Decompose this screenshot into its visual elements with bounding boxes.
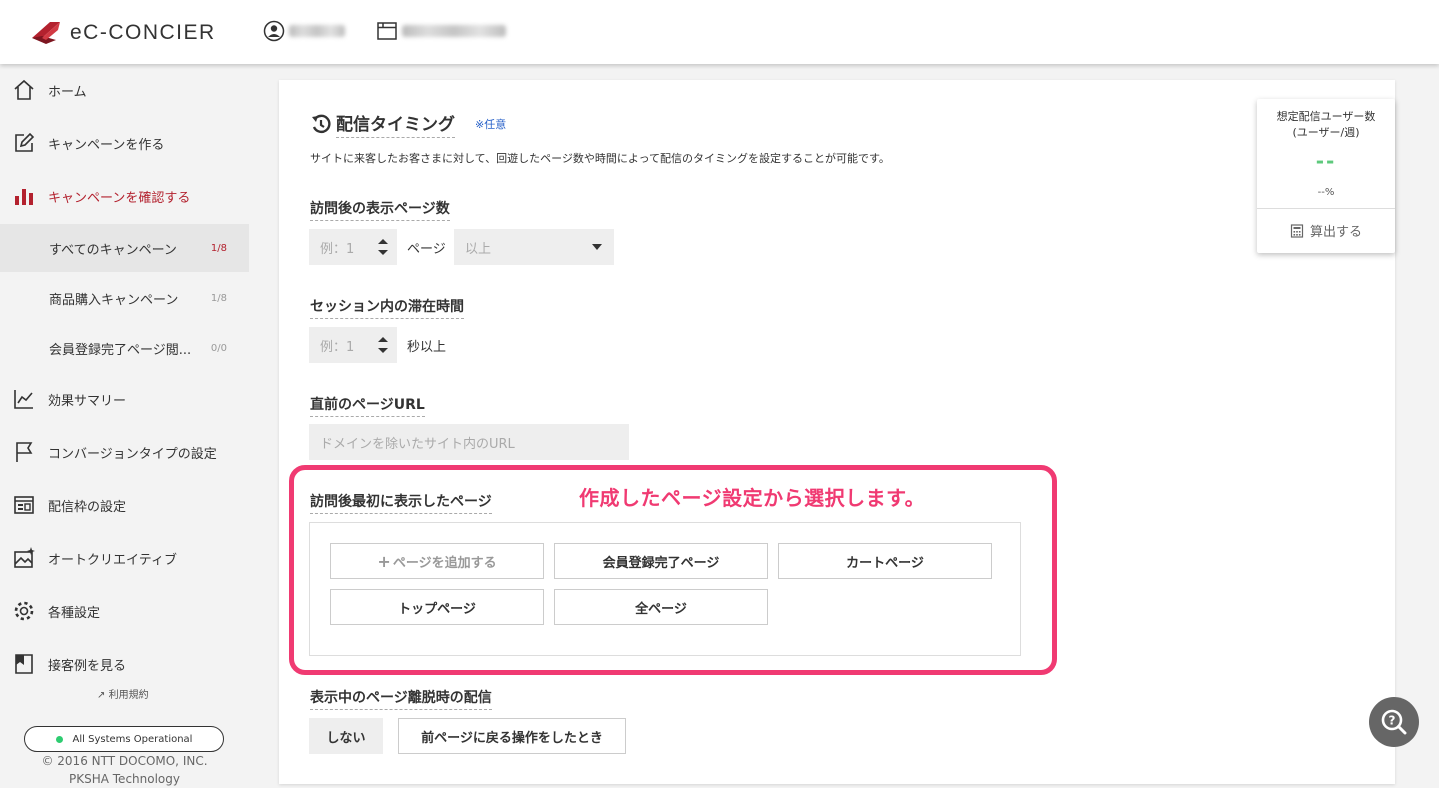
flag-icon bbox=[16, 442, 33, 462]
session-time-label: セッション内の滞在時間 bbox=[310, 296, 464, 319]
section-header: 配信タイミング ※任意 bbox=[310, 110, 506, 138]
session-time-unit: 秒以上 bbox=[407, 340, 447, 355]
sidebar-item-create-campaign[interactable]: キャンペーンを作る bbox=[0, 123, 249, 163]
sidebar-item-placement[interactable]: 配信枠の設定 bbox=[0, 485, 249, 525]
estimate-panel: 想定配信ユーザー数 (ユーザー/週) -- --% 算出する bbox=[1257, 99, 1395, 253]
plus-icon: + bbox=[377, 551, 391, 571]
sidebar: ホーム キャンペーンを作る キャンペーンを確認する すべてのキャンペーン 1/8… bbox=[0, 64, 249, 788]
page-option-button[interactable]: 全ページ bbox=[554, 589, 768, 625]
session-time-input[interactable]: 例：1 bbox=[309, 327, 397, 363]
caret-down-icon bbox=[592, 244, 602, 250]
line-chart-icon bbox=[14, 390, 33, 409]
leave-off-button[interactable]: しない bbox=[309, 718, 383, 754]
leave-label: 表示中のページ離脱時の配信 bbox=[310, 687, 492, 710]
annotation-text: 作成したページ設定から選択します。 bbox=[579, 486, 926, 510]
prev-url-label: 直前のページURL bbox=[310, 394, 425, 417]
sidebar-subitem-member-campaign[interactable]: 会員登録完了ページ閲... 0/0 bbox=[0, 324, 249, 372]
sidebar-subitem-purchase-campaign[interactable]: 商品購入キャンペーン 1/8 bbox=[0, 274, 249, 322]
help-search-button[interactable]: ? bbox=[1369, 697, 1419, 747]
search-help-icon: ? bbox=[1381, 709, 1407, 735]
image-sparkle-icon bbox=[14, 547, 35, 568]
sidebar-item-check-campaign[interactable]: キャンペーンを確認する bbox=[0, 176, 249, 216]
logo[interactable]: eC-CONCIER bbox=[28, 18, 216, 48]
section-title: 配信タイミング bbox=[336, 110, 455, 138]
page-option-button[interactable]: トップページ bbox=[330, 589, 544, 625]
sidebar-item-conversion-type[interactable]: コンバージョンタイプの設定 bbox=[0, 432, 249, 472]
masked-account-name bbox=[289, 25, 345, 37]
masked-site-name bbox=[402, 25, 506, 37]
prev-url-input[interactable]: ドメインを除いたサイト内のURL bbox=[309, 424, 629, 460]
divider bbox=[1257, 208, 1395, 209]
page-count-operator-select[interactable]: 以上 bbox=[454, 229, 614, 265]
sidebar-item-auto-creative[interactable]: オートクリエイティブ bbox=[0, 538, 249, 578]
bar-chart-icon bbox=[15, 189, 33, 205]
home-icon bbox=[14, 79, 34, 100]
sidebar-item-examples[interactable]: 接客例を見る bbox=[0, 644, 249, 684]
section-description: サイトに来客したお客さまに対して、回遊したページ数や時間によって配信のタイミング… bbox=[310, 152, 890, 165]
svg-text:?: ? bbox=[1389, 714, 1396, 728]
estimate-percent: --% bbox=[1317, 187, 1335, 198]
add-page-button[interactable]: + ページを追加する bbox=[330, 543, 544, 579]
external-link-icon: ↗ bbox=[97, 690, 106, 701]
page-count-label: 訪問後の表示ページ数 bbox=[310, 198, 450, 221]
page-option-button[interactable]: カートページ bbox=[778, 543, 992, 579]
logo-text: eC-CONCIER bbox=[70, 21, 216, 44]
logo-mark-icon bbox=[32, 22, 60, 44]
page-selection-box: + ページを追加する 会員登録完了ページ カートページ トップページ 全ページ bbox=[309, 522, 1021, 656]
leave-back-button[interactable]: 前ページに戻る操作をしたとき bbox=[398, 718, 626, 754]
calculator-icon bbox=[1290, 223, 1304, 238]
stepper-arrows-icon[interactable] bbox=[377, 335, 389, 355]
first-page-label: 訪問後最初に表示したページ bbox=[310, 491, 492, 514]
app-header: eC-CONCIER bbox=[0, 0, 1439, 64]
optional-label: ※任意 bbox=[475, 118, 507, 131]
calculate-button[interactable]: 算出する bbox=[1257, 221, 1395, 240]
page-count-input[interactable]: 例：1 bbox=[309, 229, 397, 265]
sidebar-item-home[interactable]: ホーム bbox=[0, 70, 249, 110]
copyright-line-1: © 2016 NTT DOCOMO, INC. bbox=[41, 754, 208, 768]
status-dot-icon bbox=[55, 735, 63, 743]
site-selector[interactable] bbox=[376, 20, 506, 42]
browser-window-icon bbox=[377, 22, 397, 40]
estimate-title: 想定配信ユーザー数 (ユーザー/週) bbox=[1276, 110, 1376, 139]
gear-icon bbox=[14, 601, 34, 621]
account-menu[interactable] bbox=[263, 20, 345, 42]
estimate-value: -- bbox=[1315, 149, 1337, 173]
page-option-button[interactable]: 会員登録完了ページ bbox=[554, 543, 768, 579]
sidebar-item-summary[interactable]: 効果サマリー bbox=[0, 379, 249, 419]
page-count-unit: ページ bbox=[407, 242, 446, 257]
terms-link[interactable]: ↗ 利用規約 bbox=[97, 686, 149, 701]
edit-icon bbox=[15, 132, 35, 152]
layout-frame-icon bbox=[14, 496, 34, 514]
user-circle-icon bbox=[263, 20, 285, 42]
timing-card: 配信タイミング ※任意 サイトに来客したお客さまに対して、回遊したページ数や時間… bbox=[279, 80, 1395, 784]
timing-history-icon bbox=[312, 114, 331, 134]
copyright-line-2: PKSHA Technology bbox=[69, 772, 180, 786]
sidebar-item-settings[interactable]: 各種設定 bbox=[0, 591, 249, 631]
bookmark-page-icon bbox=[15, 654, 33, 674]
sidebar-subitem-all-campaigns[interactable]: すべてのキャンペーン 1/8 bbox=[0, 224, 249, 272]
status-pill[interactable]: All Systems Operational bbox=[24, 726, 224, 752]
stepper-arrows-icon[interactable] bbox=[377, 237, 389, 257]
